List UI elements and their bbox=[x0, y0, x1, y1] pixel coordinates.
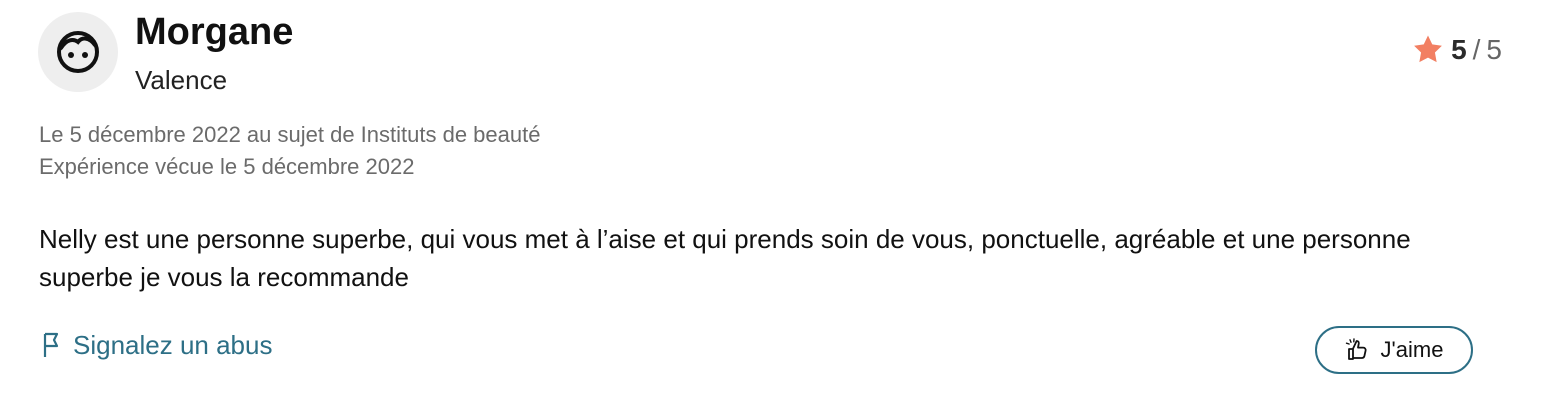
thumbs-up-icon bbox=[1345, 338, 1367, 360]
experience-date: Expérience vécue le 5 décembre 2022 bbox=[39, 154, 415, 179]
rating-score: 5 bbox=[1451, 34, 1467, 65]
avatar bbox=[38, 12, 118, 92]
report-abuse-label: Signalez un abus bbox=[73, 330, 273, 360]
like-button[interactable]: J'aime bbox=[1315, 326, 1473, 374]
report-abuse-link[interactable]: Signalez un abus bbox=[41, 328, 272, 362]
face-icon bbox=[57, 31, 99, 73]
author-name: Morgane bbox=[135, 11, 294, 53]
star-icon bbox=[1414, 35, 1442, 63]
review-text: Nelly est une personne superbe, qui vous… bbox=[39, 224, 1411, 292]
review-topic-date: Le 5 décembre 2022 au sujet de Instituts… bbox=[39, 122, 541, 147]
flag-icon bbox=[43, 332, 59, 357]
author-city: Valence bbox=[135, 65, 228, 95]
rating-max: 5 bbox=[1486, 34, 1502, 65]
review-card: Morgane Valence 5/5 Le 5 décembre 2022 a… bbox=[0, 0, 1556, 400]
like-label: J'aime bbox=[1380, 337, 1444, 362]
rating-separator: / bbox=[1472, 34, 1481, 65]
rating: 5/5 bbox=[1411, 33, 1502, 67]
